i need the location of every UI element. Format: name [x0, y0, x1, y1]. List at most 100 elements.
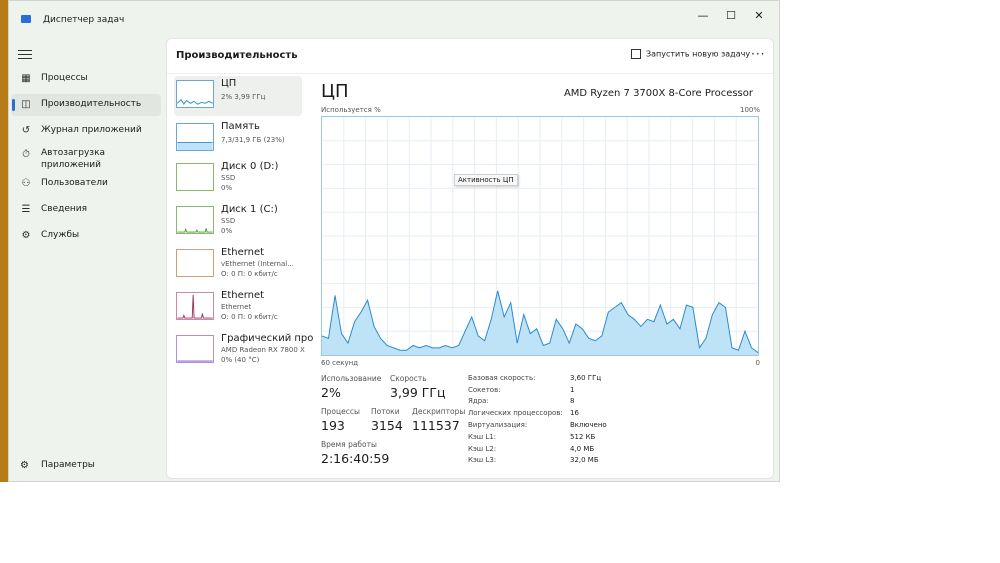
threads-value: 3154	[371, 418, 403, 433]
sidebar-item-label: Автозагрузка приложений	[41, 148, 106, 170]
ethernet1-thumbnail	[176, 249, 214, 277]
resource-sub: 0% (40 °C)	[221, 356, 260, 364]
more-options-button[interactable]: ···	[751, 47, 765, 61]
spec-value: 16	[570, 409, 579, 417]
resource-name: Графический про	[221, 333, 314, 344]
resource-sub: vEthernet (Internal...	[221, 260, 294, 268]
resource-name: Память	[221, 121, 260, 132]
spec-label: Кэш L3:	[468, 456, 497, 464]
run-task-label: Запустить новую задачу	[646, 49, 751, 59]
spec-value: 1	[570, 386, 575, 394]
cpu-model-name: AMD Ryzen 7 3700X 8-Core Processor	[563, 88, 753, 99]
resource-item-disk-0[interactable]: Диск 0 (D:) SSD 0%	[174, 159, 302, 199]
resource-sub: Ethernet	[221, 303, 252, 311]
resource-sub: 2% 3,99 ГГц	[221, 93, 266, 101]
sidebar-item-services[interactable]: ⚙ Службы	[11, 225, 161, 247]
disk0-thumbnail	[176, 163, 214, 191]
sidebar-item-app-history[interactable]: ↺ Журнал приложений	[11, 120, 161, 142]
sidebar-item-settings[interactable]: ⚙ Параметры	[11, 455, 161, 477]
spec-label: Кэш L2:	[468, 445, 497, 453]
gear-icon: ⚙	[20, 460, 29, 471]
sidebar-nav: ▦ Процессы ◫ Производительность ↺ Журнал…	[9, 1, 165, 481]
processes-value: 193	[321, 418, 345, 433]
gpu-thumbnail	[176, 335, 214, 363]
handles-value: 111537	[412, 418, 460, 433]
spec-value: Включено	[570, 421, 607, 429]
sidebar-item-details[interactable]: ☰ Сведения	[11, 199, 161, 221]
resource-sub: SSD	[221, 217, 236, 225]
zero-axis-label: 0	[755, 359, 760, 367]
run-new-task-button[interactable]: Запустить новую задачу	[631, 49, 750, 59]
task-manager-window: Диспетчер задач — ☐ ✕ ▦ Процессы ◫ Произ…	[8, 0, 780, 482]
resource-sub: О: 0 П: 0 кбит/с	[221, 313, 278, 321]
settings-label: Параметры	[41, 460, 95, 470]
minimize-button[interactable]: —	[689, 7, 717, 25]
spec-label: Виртуализация:	[468, 421, 528, 429]
usage-axis-label: Используется %	[321, 106, 381, 114]
usage-label: Использование	[321, 374, 382, 383]
spec-value: 32,0 МБ	[570, 456, 599, 464]
resource-sub: AMD Radeon RX 7800 X	[221, 346, 305, 354]
resource-name: Ethernet	[221, 247, 265, 258]
sidebar-item-label: Службы	[41, 230, 80, 240]
details-icon: ☰	[21, 204, 31, 215]
memory-thumbnail	[176, 123, 214, 151]
sidebar-item-label: Сведения	[41, 204, 88, 214]
detail-title: ЦП	[321, 81, 349, 102]
main-content: Производительность Запустить новую задач…	[166, 38, 774, 479]
cpu-activity-tooltip: Активность ЦП	[454, 174, 518, 186]
startup-icon: ⏱	[22, 149, 30, 160]
processes-label: Процессы	[321, 407, 360, 416]
spec-label: Ядра:	[468, 397, 489, 405]
resource-item-ethernet-internal[interactable]: Ethernet vEthernet (Internal... О: 0 П: …	[174, 245, 302, 285]
resource-sub: О: 0 П: 0 кбит/с	[221, 270, 278, 278]
sidebar-item-startup[interactable]: ⏱ Автозагрузка приложений	[11, 146, 161, 172]
spec-value: 8	[570, 397, 575, 405]
handles-label: Дескрипторы	[412, 407, 466, 416]
users-icon: ⚇	[21, 178, 31, 189]
sidebar-item-processes[interactable]: ▦ Процессы	[11, 68, 161, 90]
resource-item-ethernet[interactable]: Ethernet Ethernet О: 0 П: 0 кбит/с	[174, 288, 302, 328]
resource-sub: 7,3/31,9 ГБ (23%)	[221, 136, 285, 144]
spec-label: Базовая скорость:	[468, 374, 536, 382]
uptime-label: Время работы	[321, 440, 377, 449]
resource-item-disk-1[interactable]: Диск 1 (C:) SSD 0%	[174, 202, 302, 242]
spec-value: 512 КБ	[570, 433, 596, 441]
resource-item-gpu[interactable]: Графический про AMD Radeon RX 7800 X 0% …	[174, 331, 313, 371]
resource-name: Ethernet	[221, 290, 265, 301]
sidebar-item-label: Процессы	[41, 73, 88, 83]
resource-sub: SSD	[221, 174, 236, 182]
speed-value: 3,99 ГГц	[390, 385, 446, 400]
app-history-icon: ↺	[21, 125, 31, 136]
content-header: Производительность Запустить новую задач…	[167, 39, 773, 74]
disk1-thumbnail	[176, 206, 214, 234]
close-button[interactable]: ✕	[745, 7, 773, 25]
maximize-button[interactable]: ☐	[717, 7, 745, 25]
spec-value: 3,60 ГГц	[570, 374, 602, 382]
resource-name: Диск 1 (C:)	[221, 204, 278, 215]
max-axis-label: 100%	[739, 106, 760, 114]
time-axis-label: 60 секунд	[321, 359, 359, 367]
page-title: Производительность	[176, 50, 298, 61]
new-task-icon	[631, 49, 641, 59]
cpu-thumbnail	[176, 80, 214, 108]
sidebar-item-label: Производительность	[41, 99, 142, 109]
speed-label: Скорость	[390, 374, 427, 383]
usage-value: 2%	[321, 385, 341, 400]
resource-name: Диск 0 (D:)	[221, 161, 279, 172]
cpu-usage-graph	[321, 116, 759, 356]
processes-icon: ▦	[21, 73, 31, 84]
ethernet2-thumbnail	[176, 292, 214, 320]
resource-sub: 0%	[221, 184, 233, 192]
resource-sub: 0%	[221, 227, 233, 235]
uptime-value: 2:16:40:59	[321, 451, 390, 466]
spec-label: Логических процессоров:	[468, 409, 563, 417]
sidebar-item-users[interactable]: ⚇ Пользователи	[11, 173, 161, 195]
resource-item-memory[interactable]: Память 7,3/31,9 ГБ (23%)	[174, 119, 302, 159]
spec-label: Кэш L1:	[468, 433, 497, 441]
sidebar-item-label: Пользователи	[41, 178, 108, 188]
spec-label: Сокетов:	[468, 386, 501, 394]
resource-item-cpu[interactable]: ЦП 2% 3,99 ГГц	[174, 76, 302, 116]
threads-label: Потоки	[371, 407, 400, 416]
sidebar-item-performance[interactable]: ◫ Производительность	[11, 94, 161, 116]
